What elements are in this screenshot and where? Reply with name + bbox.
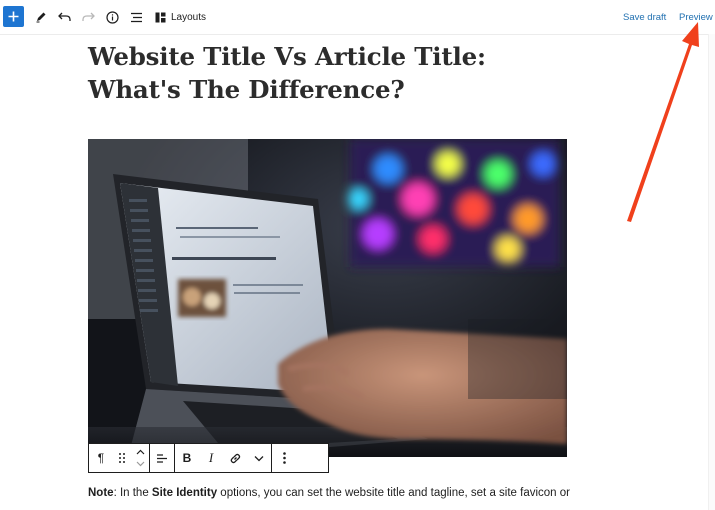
redo-icon	[81, 12, 95, 21]
pencil-icon	[36, 12, 46, 23]
options-group	[272, 444, 296, 472]
note-label: Note	[88, 487, 114, 499]
plus-icon	[8, 11, 19, 22]
list-view-icon	[130, 12, 142, 22]
post-title[interactable]: Website Title Vs Article Title: What's T…	[88, 40, 558, 106]
preview-button[interactable]: Preview	[679, 10, 713, 24]
info-icon	[105, 10, 119, 24]
link-icon	[230, 453, 240, 463]
paragraph-block[interactable]: Note: In the Site Identity options, you …	[88, 481, 578, 505]
redo-button[interactable]	[76, 5, 100, 29]
paragraph-block-button[interactable]: ¶	[89, 444, 113, 472]
layouts-button[interactable]: Layouts	[155, 5, 206, 29]
site-identity-label: Site Identity	[151, 487, 218, 499]
paragraph-text-2: options, you can set the website title a…	[217, 487, 570, 499]
undo-button[interactable]	[52, 5, 76, 29]
tools-button[interactable]	[29, 5, 53, 29]
align-button[interactable]	[150, 444, 174, 472]
link-button[interactable]	[223, 444, 247, 472]
add-block-button[interactable]	[3, 6, 24, 27]
laptop-photo	[88, 139, 567, 457]
editor-top-toolbar: Layouts Save draft Preview	[0, 0, 715, 35]
block-type-group: ¶	[89, 444, 150, 472]
chevron-up-down-icon	[136, 449, 144, 467]
paragraph-icon: ¶	[97, 451, 105, 465]
block-options-button[interactable]	[272, 444, 296, 472]
list-view-button[interactable]	[124, 5, 148, 29]
undo-icon	[57, 12, 71, 21]
block-toolbar: ¶ B I	[88, 443, 329, 473]
more-rich-text-button[interactable]	[247, 444, 271, 472]
image-block[interactable]	[88, 139, 567, 457]
details-button[interactable]	[100, 5, 124, 29]
format-group: B I	[175, 444, 272, 472]
chevron-down-icon	[254, 455, 264, 461]
align-group	[150, 444, 175, 472]
italic-button[interactable]: I	[199, 444, 223, 472]
paragraph-text-1: : In the	[113, 487, 152, 499]
align-left-icon	[157, 453, 167, 463]
move-up-down-button[interactable]	[131, 444, 149, 472]
bold-button[interactable]: B	[175, 444, 199, 472]
layouts-icon	[155, 12, 166, 22]
drag-handle-icon	[119, 453, 125, 463]
save-draft-button[interactable]: Save draft	[623, 10, 666, 24]
layouts-label: Layouts	[171, 11, 207, 23]
right-scroll-edge	[708, 34, 715, 510]
drag-handle[interactable]	[113, 444, 131, 472]
more-vertical-icon	[282, 452, 286, 464]
